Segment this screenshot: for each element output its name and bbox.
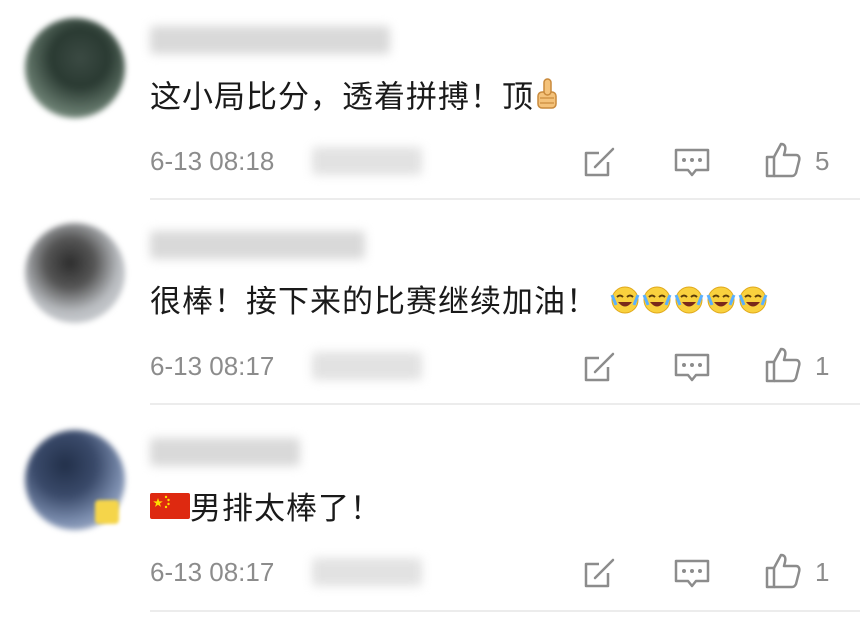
reply-icon[interactable]: [672, 142, 712, 182]
timestamp: 6-13 08:17: [150, 557, 275, 587]
comment-text: 很棒！接下来的比赛继续加油！: [150, 282, 769, 325]
comment-text: 这小局比分，透着拼搏！顶: [150, 76, 564, 122]
avatar[interactable]: [25, 18, 125, 118]
avatar-badge: [95, 500, 119, 524]
crying-laughing-emoji-icon: [705, 283, 737, 325]
timestamp: 6-13 08:18: [150, 146, 275, 176]
crying-laughing-emoji-icon: [609, 283, 641, 325]
china-flag-emoji-icon: [150, 491, 190, 531]
crying-laughing-emoji-icon: [673, 283, 705, 325]
share-icon[interactable]: [580, 142, 620, 182]
reply-icon[interactable]: [672, 347, 712, 387]
like-count: 5: [815, 146, 830, 176]
avatar[interactable]: [25, 223, 125, 323]
location-redacted: [312, 558, 422, 586]
username-redacted[interactable]: [150, 231, 365, 259]
share-icon[interactable]: [580, 347, 620, 387]
username-redacted[interactable]: [150, 26, 390, 54]
like-count: 1: [815, 557, 830, 587]
timestamp: 6-13 08:17: [150, 351, 275, 381]
comment-item: 很棒！接下来的比赛继续加油！ 6-13 08:17 1: [0, 200, 860, 405]
share-icon[interactable]: [580, 553, 620, 593]
crying-laughing-emoji-icon: [641, 283, 673, 325]
location-redacted: [312, 352, 422, 380]
comment-text: 男排太棒了！: [150, 489, 382, 531]
divider: [150, 610, 860, 612]
location-redacted: [312, 147, 422, 175]
thumbs-up-emoji-icon: [534, 76, 564, 122]
like-count: 1: [815, 351, 830, 381]
like-icon[interactable]: [763, 551, 803, 591]
crying-laughing-emoji-icon: [737, 283, 769, 325]
reply-icon[interactable]: [672, 553, 712, 593]
comment-item: 男排太棒了！ 6-13 08:17 1: [0, 405, 860, 617]
comment-item: 这小局比分，透着拼搏！顶 6-13 08:18 5: [0, 0, 860, 200]
like-icon[interactable]: [763, 140, 803, 180]
emoji-group: [609, 284, 769, 320]
username-redacted[interactable]: [150, 438, 300, 466]
like-icon[interactable]: [763, 345, 803, 385]
